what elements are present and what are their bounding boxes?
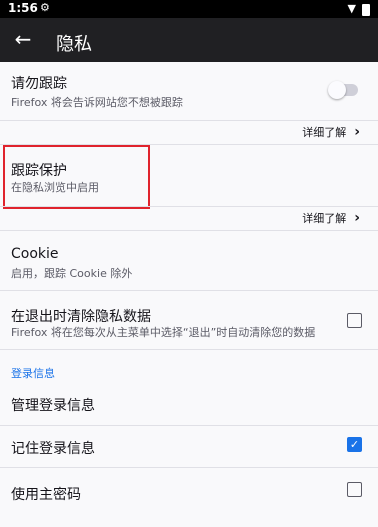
learn-more-link-tracking[interactable]: 详细了解 › [302, 210, 360, 226]
do-not-track-setting[interactable]: 请勿跟踪 Firefox 将会告诉网站您不想被跟踪 [0, 62, 378, 119]
remember-logins-checkbox[interactable]: ✓ [347, 437, 362, 452]
dnt-title: 请勿跟踪 [11, 76, 67, 92]
cookie-subtitle: 启用，跟踪 Cookie 除外 [11, 267, 133, 280]
status-time: 1:56 [8, 1, 38, 15]
divider [0, 349, 378, 350]
page-title: 隐私 [56, 34, 92, 55]
cookie-setting[interactable]: Cookie 启用，跟踪 Cookie 除外 [0, 232, 378, 290]
chevron-right-icon: › [354, 124, 360, 140]
dnt-subtitle: Firefox 将会告诉网站您不想被跟踪 [11, 96, 183, 109]
remember-logins-title: 记住登录信息 [11, 441, 95, 457]
clear-data-on-exit-setting[interactable]: 在退出时清除隐私数据 Firefox 将在您每次从主菜单中选择“退出”时自动清除… [0, 291, 378, 349]
wifi-icon: ▼ [347, 2, 356, 15]
logins-section-header: 登录信息 [11, 367, 55, 380]
learn-more-label: 详细了解 [302, 126, 347, 139]
clear-data-checkbox[interactable] [347, 313, 362, 328]
app-bar: ← 隐私 [0, 18, 378, 62]
settings-notification-icon: ⚙ [40, 1, 50, 14]
back-arrow-icon[interactable]: ← [10, 26, 36, 52]
master-password-title: 使用主密码 [11, 487, 81, 503]
battery-icon [362, 4, 370, 16]
highlight-box [3, 145, 150, 209]
status-bar: 1:56 ⚙ ▼ [0, 0, 378, 18]
divider [0, 230, 378, 231]
master-password-checkbox[interactable] [347, 482, 362, 497]
chevron-right-icon: › [354, 210, 360, 226]
learn-more-label: 详细了解 [302, 212, 347, 225]
dnt-toggle[interactable] [328, 81, 358, 99]
toggle-knob [328, 81, 346, 99]
divider [0, 206, 378, 207]
learn-more-link-dnt[interactable]: 详细了解 › [302, 124, 360, 140]
divider [0, 120, 378, 121]
manage-logins-setting[interactable]: 管理登录信息 [0, 384, 378, 424]
clear-data-subtitle: Firefox 将在您每次从主菜单中选择“退出”时自动清除您的数据 [11, 326, 316, 339]
manage-logins-title: 管理登录信息 [11, 398, 95, 414]
clear-data-title: 在退出时清除隐私数据 [11, 309, 151, 325]
cookie-title: Cookie [11, 246, 59, 262]
remember-logins-setting[interactable]: 记住登录信息 [0, 426, 378, 466]
master-password-setting[interactable]: 使用主密码 [0, 468, 378, 513]
